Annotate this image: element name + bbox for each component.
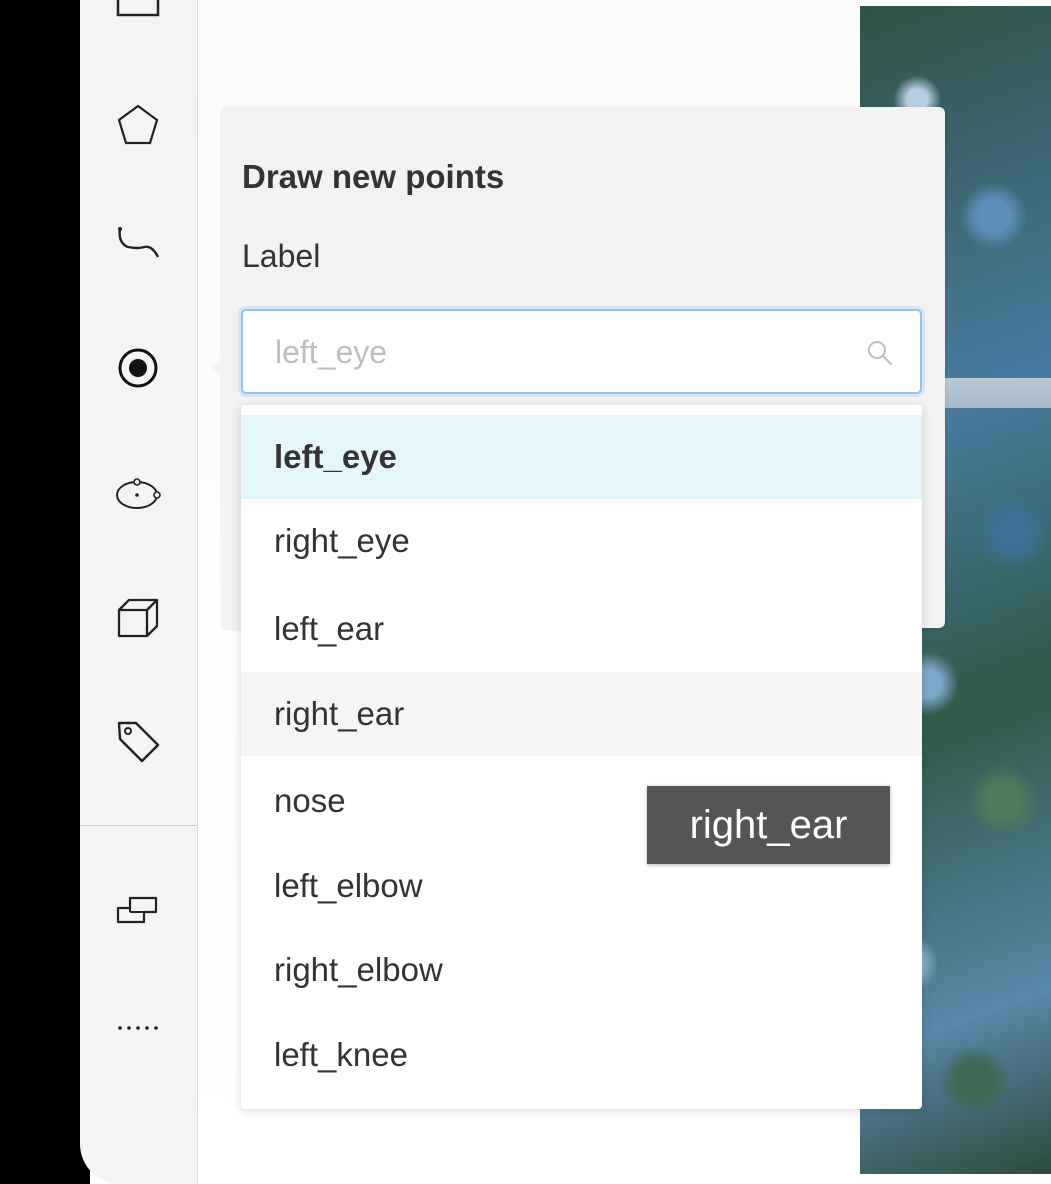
label-dropdown-list: left_eye right_eye left_ear right_ear no… [241, 405, 922, 1109]
app-window: Draw new points Label left_eye right_eye… [0, 0, 1051, 1184]
group-icon[interactable] [110, 878, 166, 934]
points-icon[interactable] [110, 340, 166, 396]
option-left-knee[interactable]: left_knee [241, 1013, 922, 1097]
panel-pointer [210, 360, 220, 374]
option-left-eye[interactable]: left_eye [241, 415, 922, 499]
more-icon[interactable] [110, 1000, 166, 1056]
option-left-ear[interactable]: left_ear [241, 587, 922, 671]
label-heading: Label [242, 238, 321, 274]
option-right-eye[interactable]: right_eye [241, 499, 922, 583]
cuboid-icon[interactable] [110, 590, 166, 646]
toolbar-divider [80, 825, 197, 826]
rectangle-icon[interactable] [110, 0, 166, 30]
tag-icon[interactable] [110, 713, 166, 769]
window-edge [0, 0, 90, 1184]
polygon-icon[interactable] [110, 97, 166, 153]
option-tooltip: right_ear [647, 786, 890, 864]
ellipse-icon[interactable] [110, 465, 166, 521]
label-search-box[interactable] [241, 309, 922, 394]
option-right-elbow[interactable]: right_elbow [241, 928, 922, 1012]
search-icon [868, 341, 893, 366]
option-right-ear[interactable]: right_ear [241, 672, 922, 756]
tools-sidebar [80, 0, 198, 1184]
popover-title: Draw new points [242, 158, 505, 195]
label-search-input[interactable] [273, 311, 837, 394]
polyline-icon[interactable] [110, 215, 166, 271]
